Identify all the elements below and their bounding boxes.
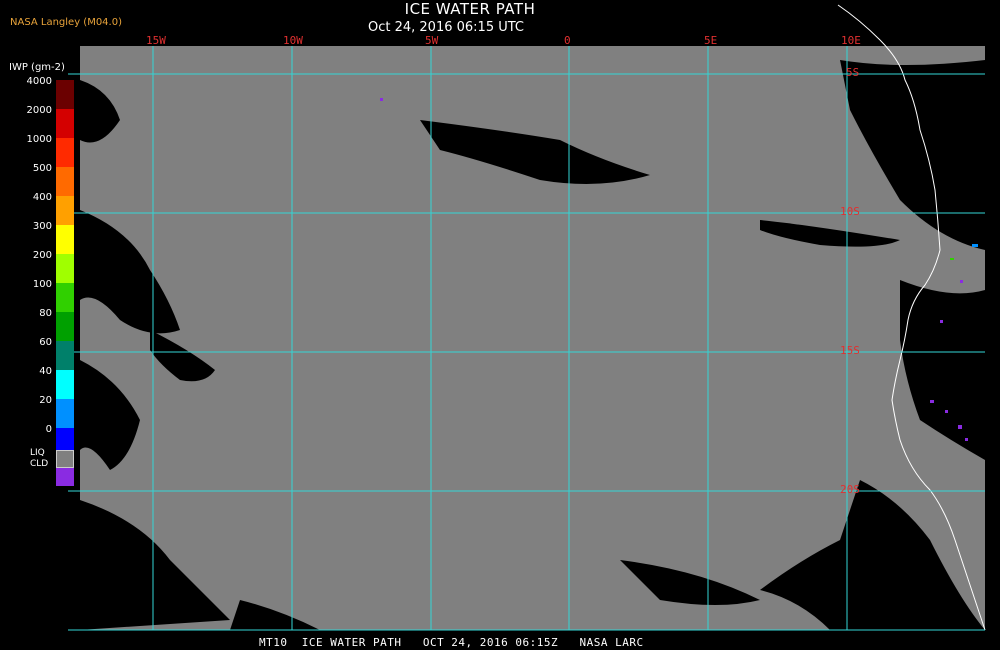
legend-swatch	[56, 167, 74, 196]
legend-swatch	[56, 80, 74, 109]
longitude-label: 10E	[841, 34, 861, 47]
legend-value: 100	[32, 279, 52, 290]
legend-swatch	[56, 370, 74, 399]
ice-cloud-blue	[972, 244, 978, 247]
liquid-cloud-swatch	[56, 450, 74, 468]
legend-value: 20	[39, 395, 52, 406]
legend-value: 0	[45, 424, 52, 435]
latitude-label: 15S	[840, 344, 860, 357]
legend-swatch	[56, 254, 74, 283]
map-timestamp: Oct 24, 2016 06:15 UTC	[368, 20, 524, 35]
legend-swatch	[56, 399, 74, 428]
legend-value: 400	[32, 192, 52, 203]
legend-value: 60	[39, 337, 52, 348]
data-source: NASA Langley (M04.0)	[10, 17, 122, 28]
latitude-label: 5S	[846, 66, 860, 79]
legend-swatch	[56, 138, 74, 167]
legend-value: 200	[32, 250, 52, 261]
longitude-label: 15W	[146, 34, 166, 47]
map-title: ICE WATER PATH	[404, 0, 536, 18]
legend-value: 500	[32, 163, 52, 174]
liquid-cloud-label: LIQ CLD	[30, 448, 49, 469]
longitude-label: 0	[564, 34, 571, 47]
footer-caption: MT10 ICE WATER PATH OCT 24, 2016 06:15Z …	[259, 636, 644, 649]
legend-value: 2000	[26, 105, 52, 116]
color-legend	[56, 80, 74, 486]
latitude-label: 10S	[840, 205, 860, 218]
ice-cloud-green	[950, 258, 954, 260]
legend-swatch	[56, 283, 74, 312]
legend-value: 80	[39, 308, 52, 319]
legend-title: IWP (gm-2)	[9, 62, 65, 73]
legend-swatch	[56, 109, 74, 138]
legend-value: 300	[32, 221, 52, 232]
legend-swatch	[56, 225, 74, 254]
satellite-map	[68, 4, 986, 631]
longitude-label: 10W	[283, 34, 303, 47]
legend-value: 1000	[26, 134, 52, 145]
legend-swatch	[56, 196, 74, 225]
legend-swatch	[56, 312, 74, 341]
legend-value: 40	[39, 366, 52, 377]
legend-value: 4000	[26, 76, 52, 87]
legend-swatch	[56, 341, 74, 370]
longitude-label: 5E	[704, 34, 718, 47]
longitude-label: 5W	[425, 34, 439, 47]
latitude-label: 20S	[840, 483, 860, 496]
